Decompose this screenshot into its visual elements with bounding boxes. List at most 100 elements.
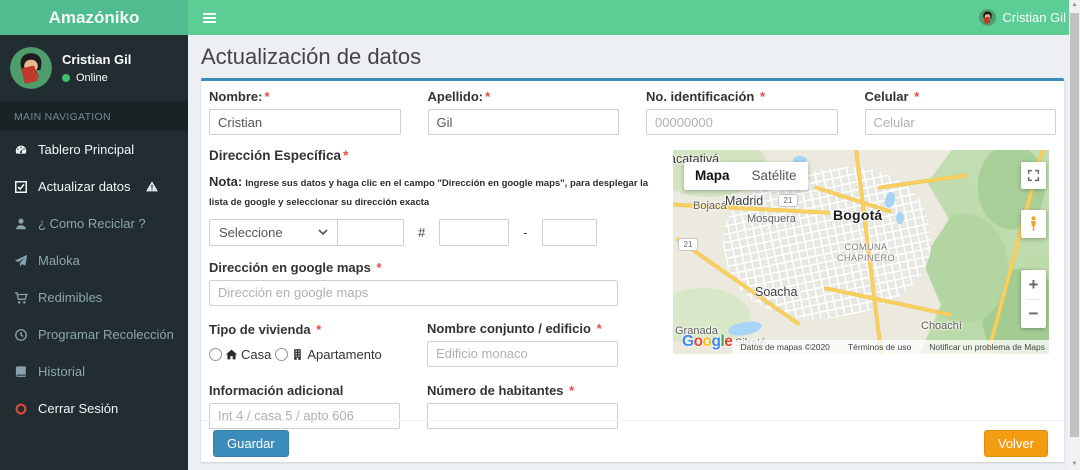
user-avatar xyxy=(10,47,52,89)
map-label-soacha: Soacha xyxy=(755,285,798,299)
google-logo-link[interactable]: Google xyxy=(682,333,733,351)
map-label-comuna-chapinero: COMUNA CHAPINERO xyxy=(836,242,895,264)
sidebar-toggle-icon[interactable] xyxy=(197,8,223,28)
radio-casa[interactable]: Casa xyxy=(209,347,271,362)
header: Amazóniko Cristian Gil xyxy=(0,0,1080,35)
radio-circle xyxy=(209,347,222,361)
address-type-select[interactable]: Seleccione xyxy=(209,218,338,246)
hash-symbol: # xyxy=(418,224,426,240)
form-box: Nombre:* Apellido:* No. identificación *… xyxy=(201,78,1064,462)
tipo-vivienda-label: Tipo de vivienda * xyxy=(209,321,322,337)
topbar-user-name: Cristian Gil xyxy=(1002,10,1066,25)
apellido-label: Apellido: * xyxy=(427,89,491,104)
building-icon xyxy=(294,348,302,360)
map-type-mapa-button[interactable]: Mapa xyxy=(684,162,741,190)
check-square-icon xyxy=(15,180,27,193)
report-problem-link[interactable]: Notificar un problema de Maps xyxy=(929,342,1045,352)
shopping-cart-icon xyxy=(14,291,28,304)
guardar-button[interactable]: Guardar xyxy=(213,430,289,457)
warning-triangle-icon xyxy=(145,181,158,192)
celular-input[interactable] xyxy=(864,109,1056,135)
pegman-icon xyxy=(1030,216,1037,231)
zoom-control: + − xyxy=(1021,270,1046,328)
nombre-label: Nombre: * xyxy=(209,89,270,104)
sidebar-user-name: Cristian Gil xyxy=(62,52,132,67)
sidebar-item-programar-recoleccion[interactable]: Programar Recolección xyxy=(0,316,188,353)
brand-logo[interactable]: Amazóniko xyxy=(0,0,188,35)
house-icon xyxy=(225,349,238,359)
topbar-user-menu[interactable]: Cristian Gil xyxy=(979,0,1066,35)
radio-apartamento[interactable]: Apartamento xyxy=(275,347,382,362)
conjunto-input[interactable] xyxy=(427,340,618,367)
online-label: Online xyxy=(76,72,108,84)
map-label-bojaca: Bojacá xyxy=(693,200,727,212)
sidebar-item-actualizar-datos[interactable]: Actualizar datos xyxy=(0,168,188,205)
conjunto-label: Nombre conjunto / edificio * xyxy=(427,320,602,336)
nombre-input[interactable] xyxy=(209,109,401,135)
scrollbar-up-arrow[interactable]: ▲ xyxy=(1069,0,1080,11)
map-type-control: Mapa Satélite xyxy=(684,162,808,190)
route-shield-21: 21 xyxy=(778,194,798,207)
clock-icon xyxy=(15,328,27,341)
sidebar: Cristian Gil Online MAIN NAVIGATION Tabl… xyxy=(0,35,188,470)
map-label-madrid: Madrid xyxy=(725,194,764,208)
fullscreen-button[interactable] xyxy=(1021,162,1046,189)
address-number-input-2[interactable] xyxy=(439,218,510,246)
map-water xyxy=(896,212,904,224)
info-adicional-label: Información adicional xyxy=(209,382,344,398)
scrollbar-down-arrow[interactable]: ▼ xyxy=(1069,459,1080,470)
habitantes-label: Número de habitantes * xyxy=(427,382,575,398)
sidebar-item-cerrar-sesion[interactable]: Cerrar Sesión xyxy=(0,390,188,427)
paper-plane-icon xyxy=(14,254,28,267)
app-window: Amazóniko Cristian Gil Cristian Gil Onli… xyxy=(0,0,1080,470)
route-shield-21: 21 xyxy=(678,238,698,251)
identificacion-label: No. identificación * xyxy=(646,89,766,104)
nota-text: Nota: Ingrese sus datos y haga clic en el… xyxy=(209,174,649,209)
map-label-bogota: Bogotá xyxy=(833,207,883,223)
scrollbar-thumb[interactable] xyxy=(1070,13,1079,437)
dash-symbol: - xyxy=(523,224,528,240)
brand-text: Amazóniko xyxy=(48,7,140,27)
main-content: Actualización de datos Nombre:* Apellido… xyxy=(188,35,1069,470)
online-dot-icon xyxy=(62,74,70,82)
map-label-mosquera: Mosquera xyxy=(747,213,796,225)
apellido-input[interactable] xyxy=(427,109,619,135)
address-number-input-3[interactable] xyxy=(541,218,597,246)
sidebar-item-maloka[interactable]: Maloka xyxy=(0,242,188,279)
map-label-choachi: Choachí xyxy=(921,320,962,332)
address-number-input-1[interactable] xyxy=(338,218,404,246)
user-avatar xyxy=(979,9,997,26)
direccion-especifica-label: Dirección Específica * xyxy=(209,148,349,163)
sidebar-menu: Tablero Principal Actualizar datos ¿ Com… xyxy=(0,131,188,427)
zoom-divider xyxy=(1026,298,1041,300)
google-map[interactable]: acatativá Bojacá Madrid 21 Mosquera Bogo… xyxy=(673,150,1049,354)
sidebar-section-header: MAIN NAVIGATION xyxy=(0,101,188,131)
chevron-down-icon xyxy=(318,229,328,236)
top-navbar: Cristian Gil xyxy=(188,0,1080,35)
radio-circle xyxy=(275,347,289,361)
book-icon xyxy=(15,365,26,377)
zoom-in-button[interactable]: + xyxy=(1021,272,1046,297)
sidebar-item-historial[interactable]: Historial xyxy=(0,353,188,390)
power-off-icon xyxy=(15,403,27,414)
scrollbar: ▲ ▼ xyxy=(1069,0,1080,470)
identificacion-input[interactable] xyxy=(646,109,838,135)
sidebar-item-redimibles[interactable]: Redimibles xyxy=(0,279,188,316)
gmaps-address-input[interactable] xyxy=(209,279,618,306)
user-status: Online xyxy=(62,72,131,84)
gmaps-address-label: Dirección en google maps * xyxy=(209,259,382,275)
volver-button[interactable]: Volver xyxy=(983,430,1048,457)
terms-link[interactable]: Términos de uso xyxy=(848,342,911,352)
page-title: Actualización de datos xyxy=(201,44,422,69)
street-view-pegman-button[interactable] xyxy=(1021,210,1046,238)
zoom-out-button[interactable]: − xyxy=(1021,301,1046,326)
sidebar-user-panel: Cristian Gil Online xyxy=(0,35,188,101)
sidebar-item-como-reciclar[interactable]: ¿ Como Reciclar ? xyxy=(0,205,188,242)
map-type-satelite-button[interactable]: Satélite xyxy=(741,162,808,190)
fullscreen-icon xyxy=(1027,169,1040,182)
sidebar-item-tablero-principal[interactable]: Tablero Principal xyxy=(0,131,188,168)
tachometer-icon xyxy=(15,145,27,154)
celular-label: Celular * xyxy=(864,89,920,104)
user-icon xyxy=(16,218,26,229)
map-data-copyright: Datos de mapas ©2020 xyxy=(740,342,830,352)
